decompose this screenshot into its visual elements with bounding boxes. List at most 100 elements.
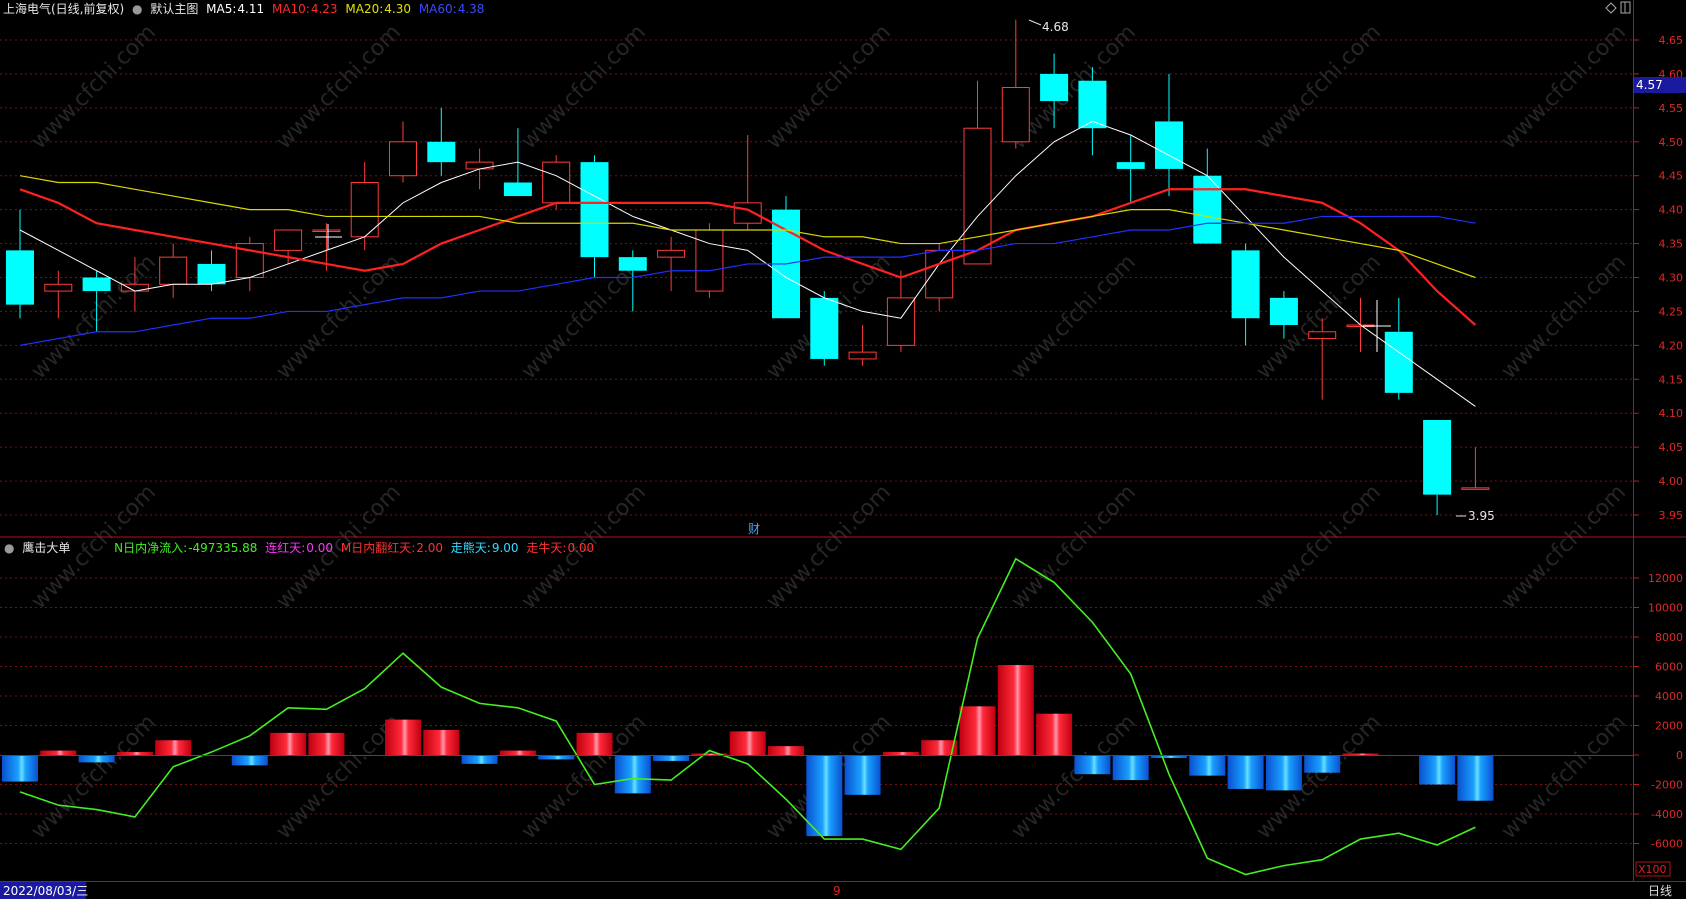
net-order-bar[interactable] [1112, 755, 1149, 781]
candle-body [503, 182, 532, 197]
net-order-bar[interactable] [78, 755, 115, 763]
candle-body [1269, 297, 1298, 325]
candle-body [1040, 73, 1069, 102]
candle-body [1308, 331, 1337, 340]
price-tick-label: 4.00 [1659, 475, 1684, 488]
ma60-value: 4.38 [457, 2, 485, 16]
candle-body [810, 297, 839, 359]
price-tick-label: 4.55 [1659, 102, 1684, 115]
stock-chart-canvas[interactable]: www.cfchi.com www.cfchi.com www.cfchi.com w… [0, 0, 1686, 899]
ma10-label: MA10: [271, 2, 310, 16]
candle-body [44, 283, 73, 292]
main-chart-header: 上海电气(日线,前复权) ● 默认主图 MA5:4.11 MA10:4.23 M… [3, 0, 488, 17]
price-tick-label: 4.10 [1659, 407, 1684, 420]
price-tick-label: 4.65 [1659, 34, 1684, 47]
value-tick-label: -2000 [1651, 779, 1683, 792]
net-order-bar[interactable] [461, 755, 498, 764]
net-order-bar[interactable] [1304, 755, 1341, 773]
lianhong-value: 0.00 [306, 541, 334, 555]
net-order-bar[interactable] [40, 750, 77, 755]
candle-body [6, 250, 34, 305]
period-label[interactable]: 日线 [1648, 884, 1672, 898]
price-tick-label: 4.35 [1659, 238, 1684, 251]
net-order-bar[interactable] [959, 706, 996, 755]
candle-body [312, 229, 341, 232]
net-inflow-label: N日内净流入: [114, 541, 188, 555]
low-label: 3.95 [1468, 509, 1495, 523]
ma20-value: 4.30 [384, 2, 411, 16]
net-order-bar[interactable] [116, 752, 153, 755]
candle-body [1116, 162, 1145, 169]
price-tick-label: 4.05 [1659, 441, 1684, 454]
month-marker: 9 [833, 884, 841, 898]
net-order-bar[interactable] [385, 719, 421, 755]
net-order-bar[interactable] [270, 732, 307, 755]
value-tick-label: -6000 [1651, 838, 1683, 851]
price-tick-label: 4.40 [1659, 204, 1684, 217]
net-order-bar[interactable] [997, 665, 1034, 755]
net-order-bar[interactable] [308, 732, 345, 755]
settings-circle-icon[interactable]: ● [132, 2, 142, 16]
net-order-bar[interactable] [614, 755, 651, 794]
candle-body [618, 257, 647, 271]
main-chart-label[interactable]: 默认主图 [150, 2, 198, 16]
ma20-label: MA20: [345, 2, 384, 16]
price-tick-label: 4.30 [1659, 272, 1684, 285]
ma5-label: MA5: [206, 2, 237, 16]
m-days-label: M日内翻红天: [340, 541, 416, 555]
price-tick-label: 4.25 [1659, 305, 1684, 318]
net-order-bar[interactable] [1227, 755, 1264, 789]
net-order-bar[interactable] [576, 732, 613, 755]
net-order-bar[interactable] [1074, 755, 1111, 775]
lianhong-label: 连红天: [265, 541, 306, 555]
net-order-bar[interactable] [1189, 755, 1226, 776]
net-order-bar[interactable] [1036, 713, 1073, 755]
net-order-bar[interactable] [729, 731, 766, 755]
zouneng-value: 9.00 [491, 541, 519, 555]
net-order-bar[interactable] [2, 755, 38, 782]
net-order-bar[interactable] [423, 729, 460, 755]
value-tick-label: 0 [1676, 749, 1683, 762]
candle-body [848, 351, 877, 360]
net-order-bar[interactable] [882, 752, 919, 755]
candle[interactable] [810, 291, 839, 366]
net-order-bar[interactable] [1419, 755, 1456, 785]
candle-body [120, 283, 149, 292]
current-price-label: 4.57 [1636, 78, 1663, 92]
candle-body [963, 127, 992, 265]
net-inflow-value: -497335.88 [188, 541, 258, 555]
zouneng-label: 走熊天: [450, 541, 491, 555]
value-tick-label: 8000 [1655, 631, 1683, 644]
candle-body [1384, 331, 1413, 393]
candle-body [274, 229, 303, 251]
net-order-bar[interactable] [1342, 753, 1379, 756]
net-order-bar[interactable] [231, 755, 268, 766]
high-label: 4.68 [1042, 20, 1069, 34]
zouniu-label: 走牛天: [526, 541, 567, 555]
candle-body [1001, 87, 1030, 143]
finance-event-marker[interactable]: 财 [748, 522, 760, 536]
indicator-name[interactable]: 鹰击大单 [22, 541, 70, 555]
net-order-bar[interactable] [806, 755, 843, 837]
net-order-bar[interactable] [1265, 755, 1302, 791]
m-days-value: 2.00 [416, 541, 443, 555]
value-tick-label: 10000 [1648, 602, 1683, 615]
value-tick-label: 4000 [1655, 690, 1683, 703]
collapse-icon[interactable]: ● [4, 541, 14, 555]
net-order-bar[interactable] [155, 740, 192, 755]
candle-body [82, 277, 111, 292]
value-tick-label: 12000 [1648, 572, 1683, 585]
candle[interactable] [695, 223, 724, 298]
candle[interactable] [772, 196, 800, 319]
candle-body [925, 249, 954, 299]
value-tick-label: -4000 [1651, 808, 1683, 821]
net-order-bar[interactable] [844, 755, 881, 795]
price-tick-label: 4.50 [1659, 136, 1684, 149]
net-order-bar[interactable] [1457, 755, 1494, 801]
candle-body [733, 202, 762, 224]
value-tick-label: 6000 [1655, 661, 1683, 674]
net-order-bar[interactable] [499, 750, 536, 755]
net-order-bar[interactable] [768, 746, 804, 755]
stock-title[interactable]: 上海电气(日线,前复权) [3, 2, 124, 16]
candle[interactable] [542, 155, 571, 210]
